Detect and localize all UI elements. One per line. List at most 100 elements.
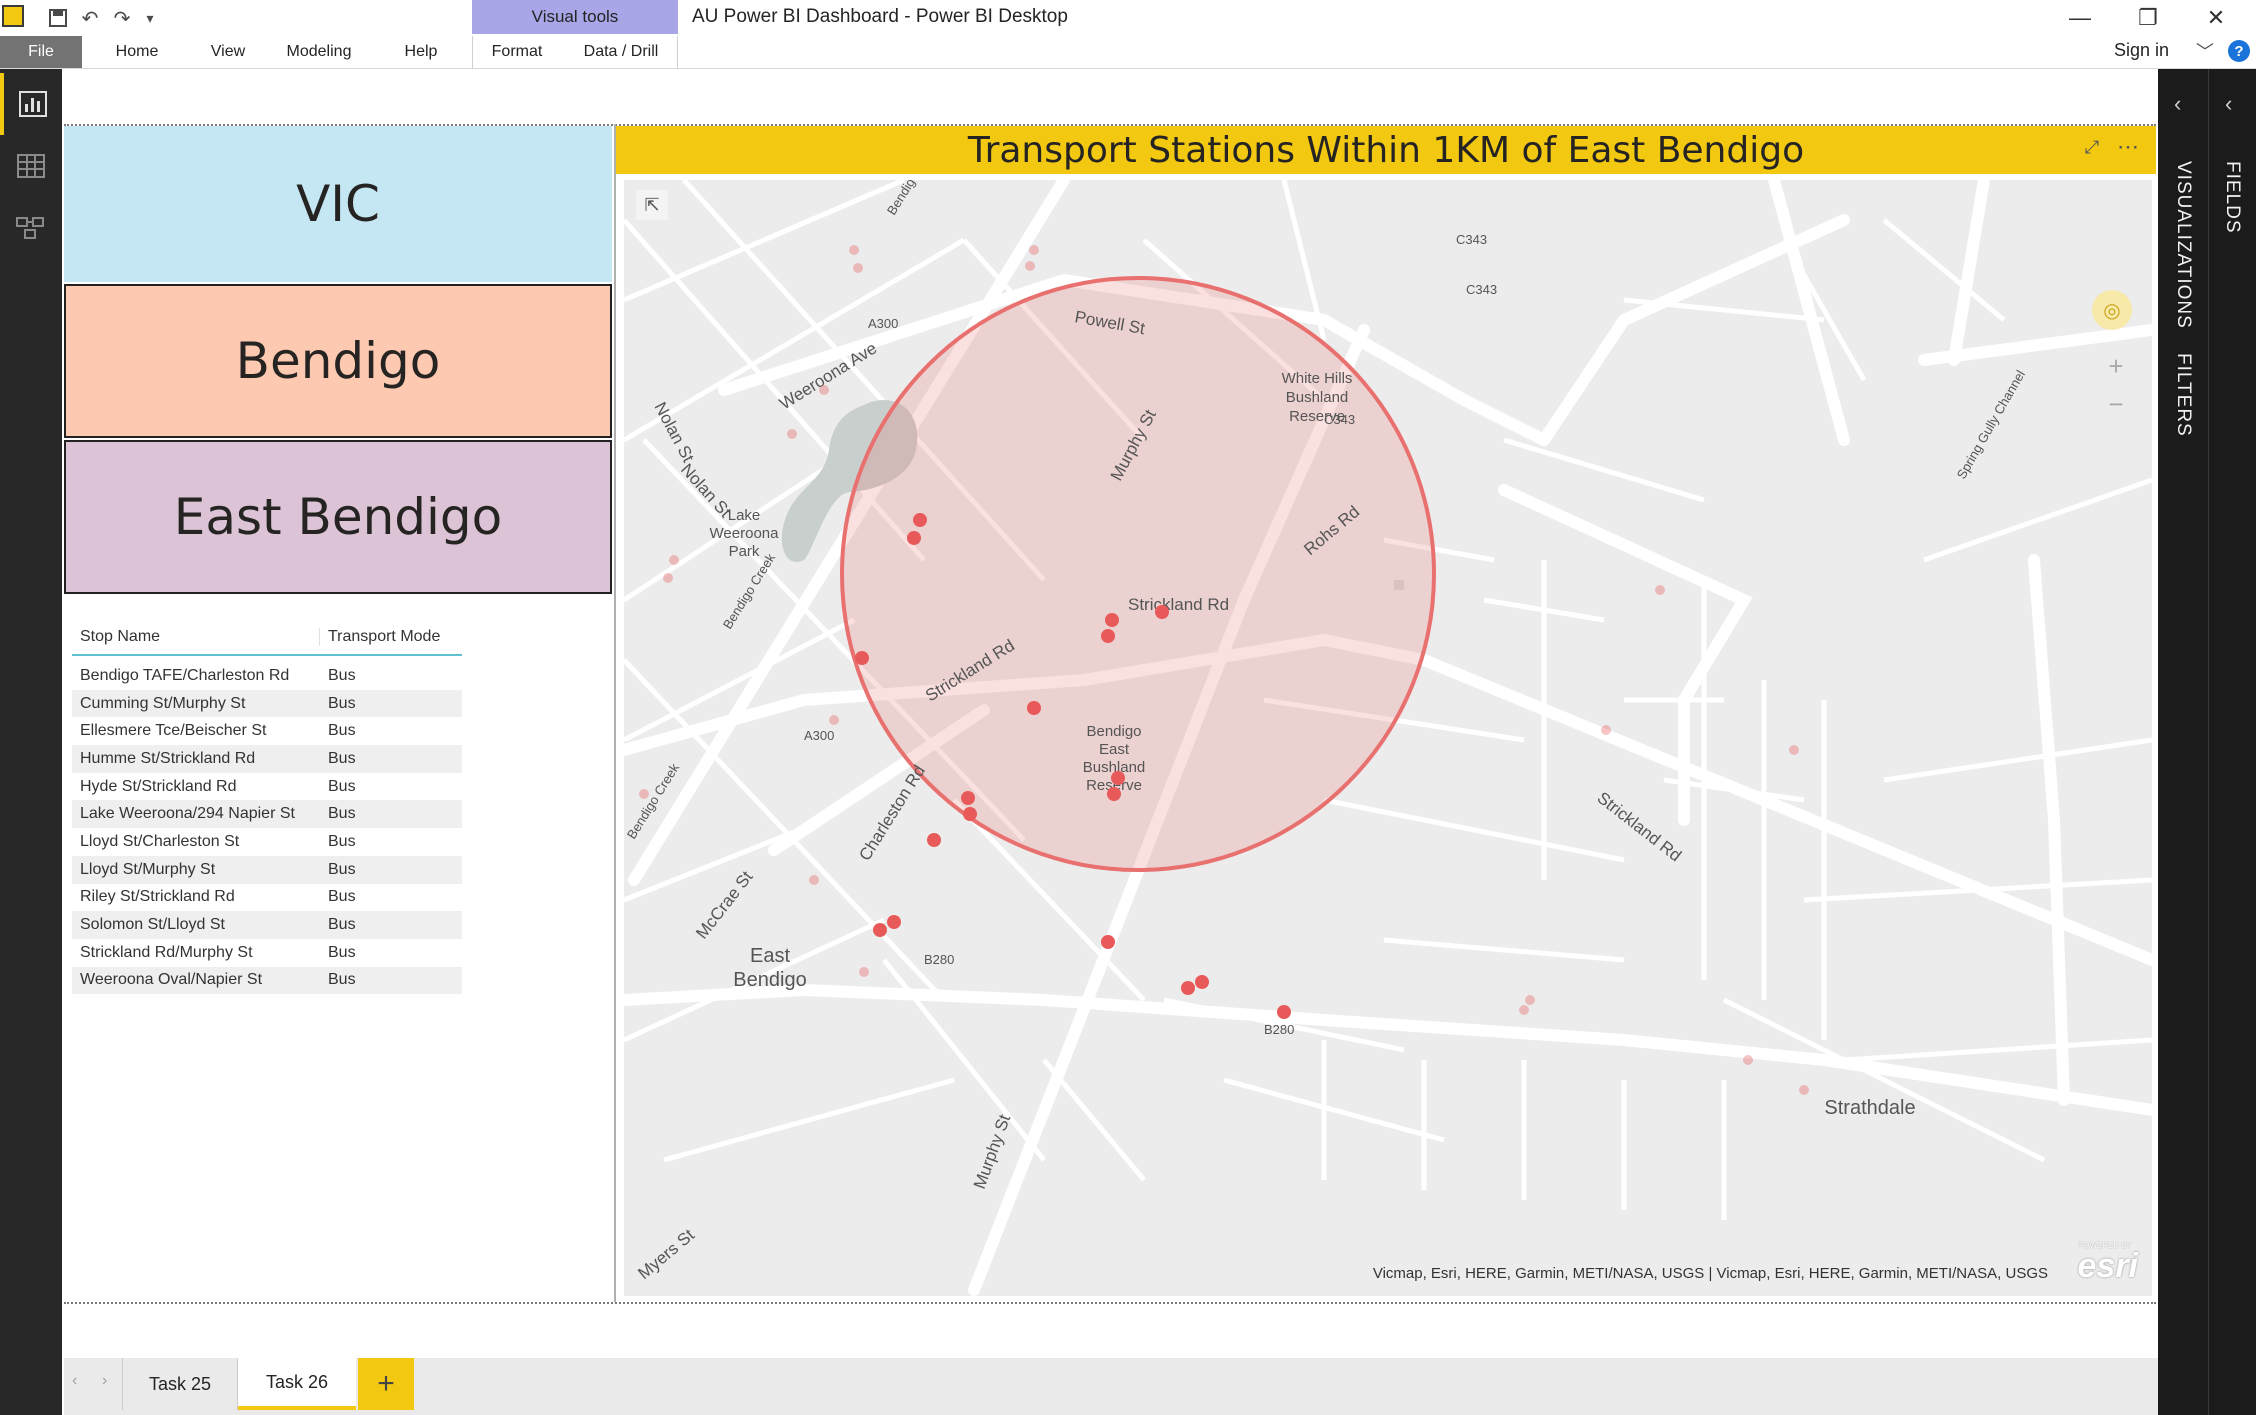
focus-mode-icon[interactable]: ⤢ (2076, 132, 2108, 162)
undo-icon[interactable]: ↶ (76, 4, 104, 32)
column-header-transport-mode[interactable]: Transport Mode (320, 628, 440, 646)
table-row[interactable]: Ellesmere Tce/Beischer St Bus (72, 717, 462, 745)
data-view-icon[interactable] (0, 135, 62, 197)
map-svg: Powell St White Hills Bushland Reserve C… (624, 180, 2152, 1296)
stop-marker[interactable] (1155, 605, 1169, 619)
label-mccrae-st: McCrae St (692, 867, 757, 942)
label-weeroona-ave: Weeroona Ave (776, 339, 880, 414)
stop-marker[interactable] (1105, 613, 1119, 627)
collapse-left-icon[interactable]: ‹ (2225, 91, 2232, 117)
tab-format[interactable]: Format (480, 36, 554, 68)
collapse-left-icon[interactable]: ‹ (2174, 91, 2181, 117)
add-page-button[interactable]: + (358, 1358, 414, 1410)
label-strickland-rd-3: Strickland Rd (1594, 788, 1685, 865)
help-icon[interactable]: ? (2228, 40, 2250, 62)
model-view-icon[interactable] (0, 197, 62, 259)
filters-pane-label[interactable]: FILTERS (2172, 353, 2194, 437)
map-area[interactable]: Powell St White Hills Bushland Reserve C… (624, 180, 2152, 1296)
cell-stop-name: Riley St/Strickland Rd (80, 888, 235, 906)
chevron-down-icon[interactable]: ﹀ (2196, 38, 2214, 64)
stop-marker[interactable] (887, 915, 901, 929)
stop-marker[interactable] (1107, 787, 1121, 801)
table-body: Bendigo TAFE/Charleston Rd Bus Cumming St… (72, 662, 462, 995)
page-tab-task-25[interactable]: Task 25 (122, 1358, 238, 1410)
label-east-bendigo-2: Bendigo (733, 969, 806, 991)
next-page-icon[interactable]: › (102, 1372, 107, 1390)
cell-transport-mode: Bus (328, 777, 356, 795)
table-row[interactable]: Solomon St/Lloyd St Bus (72, 911, 462, 939)
stop-marker[interactable] (1195, 975, 1209, 989)
stop-marker[interactable] (1277, 1005, 1291, 1019)
state-card[interactable]: VIC (64, 126, 612, 282)
stop-marker[interactable] (1111, 771, 1125, 785)
stop-marker[interactable] (913, 513, 927, 527)
restore-button[interactable]: ❐ (2118, 2, 2178, 34)
table-row[interactable]: Cumming St/Murphy St Bus (72, 689, 462, 718)
cell-stop-name: Lloyd St/Charleston St (80, 832, 240, 850)
stop-marker[interactable] (961, 791, 975, 805)
tab-file[interactable]: File (0, 36, 82, 68)
save-icon[interactable] (44, 4, 72, 32)
fields-pane[interactable]: ‹ FIELDS (2208, 69, 2256, 1415)
table-row[interactable]: Lake Weeroona/294 Napier St Bus (72, 800, 462, 829)
stop-marker[interactable] (907, 531, 921, 545)
stops-table[interactable]: Stop Name Transport Mode Bendigo TAFE/Ch… (72, 628, 462, 995)
stop-marker[interactable] (963, 807, 977, 821)
cell-stop-name: Lake Weeroona/294 Napier St (80, 805, 295, 823)
label-strathdale: Strathdale (1824, 1097, 1915, 1119)
table-row[interactable]: Weeroona Oval/Napier St Bus (72, 966, 462, 995)
label-myers-st: Myers St (634, 1225, 698, 1283)
fields-pane-label[interactable]: FIELDS (2221, 161, 2243, 234)
column-header-stop-name[interactable]: Stop Name (72, 628, 320, 646)
page-tabs-bar: ‹ › Task 25 Task 26 + (64, 1358, 2158, 1415)
previous-page-icon[interactable]: ‹ (72, 1372, 77, 1390)
label-spring-gully-channel: Spring Gully Channel (1954, 368, 2028, 482)
label-b280: B280 (924, 952, 954, 967)
stop-marker[interactable] (927, 833, 941, 847)
view-rail (0, 69, 62, 1415)
table-row[interactable]: Lloyd St/Murphy St Bus (72, 855, 462, 884)
stop-marker[interactable] (873, 923, 887, 937)
minimize-button[interactable]: — (2050, 2, 2110, 34)
report-view-icon[interactable] (0, 73, 62, 135)
table-row[interactable]: Bendigo TAFE/Charleston Rd Bus (72, 662, 462, 690)
stop-marker[interactable] (1181, 981, 1195, 995)
tab-data-drill[interactable]: Data / Drill (574, 36, 668, 68)
map-visual[interactable]: Transport Stations Within 1KM of East Be… (614, 124, 2156, 1302)
stop-marker[interactable] (855, 651, 869, 665)
close-button[interactable]: ✕ (2186, 2, 2246, 34)
tab-help[interactable]: Help (386, 36, 456, 68)
stop-marker[interactable] (1027, 701, 1041, 715)
cell-transport-mode: Bus (328, 860, 356, 878)
table-row[interactable]: Humme St/Strickland Rd Bus (72, 745, 462, 773)
more-options-icon[interactable]: ⋯ (2112, 132, 2144, 162)
cell-stop-name: Lloyd St/Murphy St (80, 860, 216, 878)
sign-in-link[interactable]: Sign in (2114, 40, 2169, 61)
visualizations-pane[interactable]: ‹ VISUALIZATIONS FILTERS (2158, 69, 2208, 1415)
stop-marker[interactable] (1101, 629, 1115, 643)
suburb-card[interactable]: East Bendigo (64, 440, 612, 594)
label-strickland-rd: Strickland Rd (1128, 595, 1229, 614)
stop-marker[interactable] (1101, 935, 1115, 949)
visualizations-pane-label[interactable]: VISUALIZATIONS (2172, 161, 2194, 329)
tab-view[interactable]: View (196, 36, 260, 68)
table-row[interactable]: Strickland Rd/Murphy St Bus (72, 939, 462, 967)
locate-icon[interactable]: ◎ (2092, 290, 2132, 330)
cell-transport-mode: Bus (328, 943, 356, 961)
table-row[interactable]: Lloyd St/Charleston St Bus (72, 828, 462, 856)
label-murphy-st-2: Murphy St (970, 1112, 1014, 1192)
tab-home[interactable]: Home (100, 36, 174, 68)
table-row[interactable]: Hyde St/Strickland Rd Bus (72, 773, 462, 801)
city-card[interactable]: Bendigo (64, 284, 612, 438)
label-lake: Lake (728, 507, 761, 524)
page-tab-task-26[interactable]: Task 26 (238, 1358, 356, 1410)
lasso-select-icon[interactable]: ⇱ (636, 190, 668, 220)
redo-icon[interactable]: ↷ (108, 4, 136, 32)
tab-modeling[interactable]: Modeling (276, 36, 362, 68)
label-east-bendigo-1: East (750, 945, 790, 967)
zoom-in-icon[interactable]: + (2098, 348, 2134, 384)
zoom-out-icon[interactable]: − (2098, 386, 2134, 422)
customize-toolbar-icon[interactable]: ▾ (136, 4, 164, 32)
cell-transport-mode: Bus (328, 832, 356, 850)
table-row[interactable]: Riley St/Strickland Rd Bus (72, 884, 462, 912)
